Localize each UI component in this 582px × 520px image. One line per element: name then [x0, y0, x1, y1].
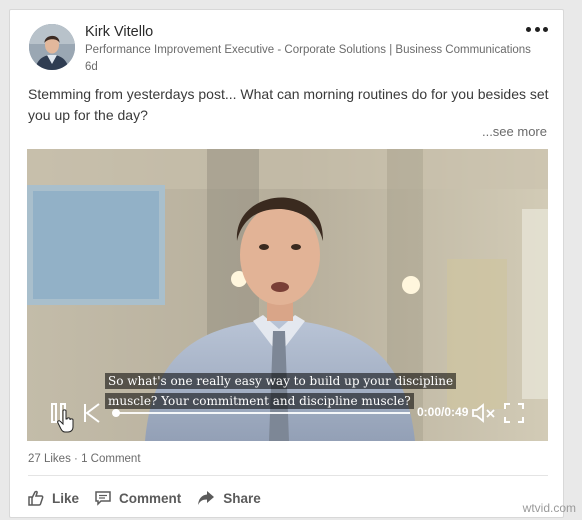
hand-cursor-icon [57, 409, 74, 433]
like-label: Like [52, 490, 80, 506]
likes-count[interactable]: 27 Likes [28, 453, 71, 465]
author-name[interactable]: Kirk Vitello [85, 24, 153, 40]
caption-line-1: So what's one really easy way to build u… [105, 373, 457, 389]
comments-count[interactable]: 1 Comment [81, 453, 140, 465]
feed-post-card: Kirk Vitello Performance Improvement Exe… [9, 9, 564, 518]
divider [28, 475, 548, 476]
mute-icon[interactable] [472, 403, 496, 423]
replay-start-icon[interactable] [83, 403, 101, 423]
share-label: Share [223, 490, 261, 506]
social-counts: 27 Likes · 1 Comment [28, 453, 141, 465]
counts-separator: · [70, 453, 82, 465]
like-button[interactable]: Like [28, 486, 79, 510]
post-age: 6d [85, 61, 98, 73]
see-more-link[interactable]: ...see more [482, 124, 547, 139]
comment-label: Comment [119, 490, 182, 506]
share-arrow-icon [198, 491, 215, 505]
video-controls: 0:00/0:49 [27, 397, 548, 433]
dot [543, 26, 548, 32]
dot [526, 26, 531, 32]
author-avatar[interactable] [29, 24, 75, 70]
share-button[interactable]: Share [197, 486, 261, 510]
progress-track[interactable] [116, 412, 410, 414]
comment-icon [95, 491, 111, 506]
fullscreen-icon[interactable] [504, 403, 524, 423]
thumbs-up-icon [28, 490, 44, 506]
avatar-photo [29, 24, 75, 70]
more-options-icon[interactable] [523, 22, 551, 36]
dot [534, 26, 540, 32]
author-headline: Performance Improvement Executive - Corp… [85, 44, 531, 56]
watermark: wtvid.com [522, 501, 576, 515]
comment-button[interactable]: Comment [95, 486, 181, 510]
post-text: Stemming from yesterdays post... What ca… [28, 86, 549, 123]
social-actions: Like Comment Share [28, 486, 277, 510]
progress-knob[interactable] [112, 409, 120, 417]
video-player[interactable]: So what's one really easy way to build u… [27, 149, 548, 441]
video-time: 0:00/0:49 [417, 405, 469, 419]
